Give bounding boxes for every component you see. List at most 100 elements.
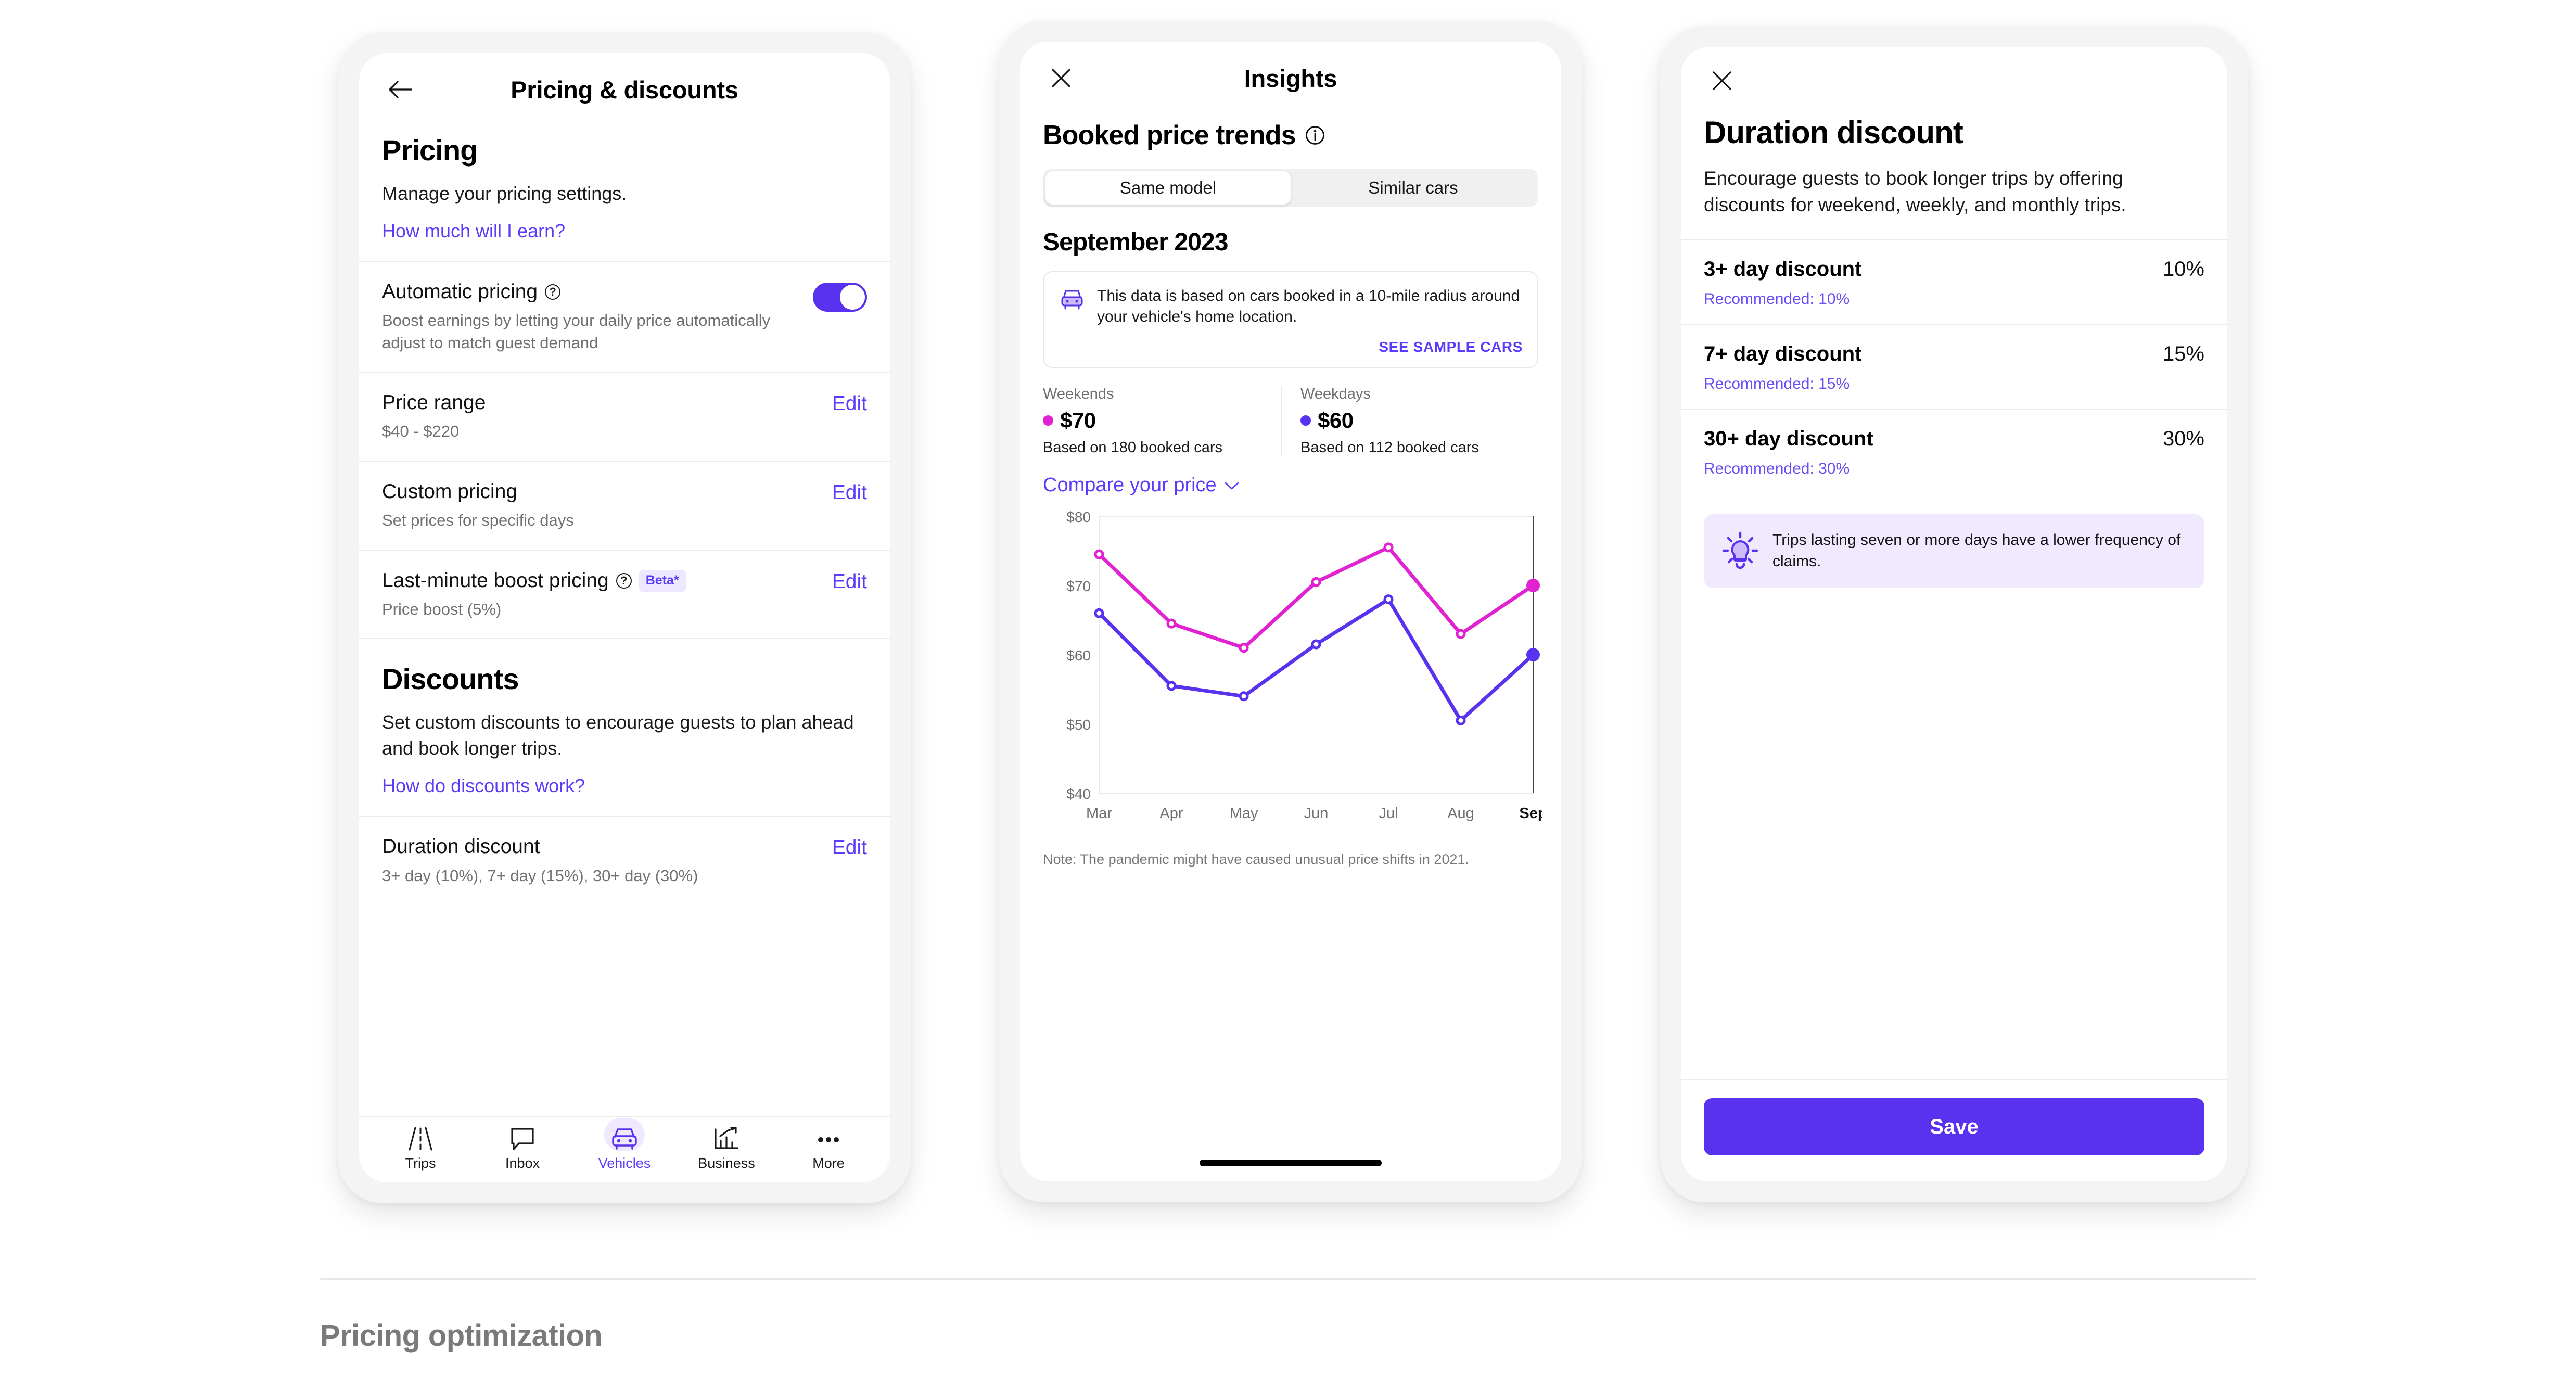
stat-value-row: $60 — [1300, 408, 1529, 433]
row-price-range[interactable]: Price range $40 - $220 Edit — [359, 373, 890, 461]
x-axis-tick-label: Jul — [1379, 805, 1398, 822]
tab-more[interactable]: More — [783, 1125, 874, 1172]
duration-discount-title: Duration discount — [1704, 115, 1963, 150]
row-title-wrap: Last-minute boost pricing ? Beta* — [382, 568, 822, 594]
home-indicator-area — [1020, 1144, 1561, 1181]
discount-row: 3+ day discount 10% — [1681, 258, 2227, 281]
insights-scroll-area[interactable]: Booked price trends Same model Similar c… — [1020, 114, 1561, 1144]
row-custom-pricing[interactable]: Custom pricing Set prices for specific d… — [359, 462, 890, 550]
edit-duration-discount-button[interactable]: Edit — [832, 834, 867, 859]
stat-value-row: $70 — [1043, 408, 1271, 433]
row-automatic-pricing[interactable]: Automatic pricing ? Boost earnings by le… — [359, 262, 890, 372]
road-icon — [409, 1127, 432, 1150]
discount-item-3day[interactable]: 3+ day discount 10% Recommended: 10% — [1681, 240, 2227, 324]
data-point — [1383, 542, 1394, 553]
data-source-row: This data is based on cars booked in a 1… — [1059, 286, 1523, 327]
segment-same-model[interactable]: Same model — [1045, 171, 1291, 205]
screen-insights: Insights Booked price trends Same model … — [1020, 42, 1561, 1181]
back-button[interactable] — [382, 71, 418, 108]
x-axis-tick-label: Mar — [1086, 805, 1112, 822]
question-mark-icon[interactable]: ? — [616, 572, 632, 589]
discount-title: 30+ day discount — [1704, 427, 1873, 451]
edit-price-range-button[interactable]: Edit — [832, 390, 867, 415]
x-axis-tick-label: Jun — [1304, 805, 1329, 822]
discount-item-7day[interactable]: 7+ day discount 15% Recommended: 15% — [1681, 325, 2227, 409]
tab-icon-wrap — [407, 1125, 434, 1151]
row-last-minute-boost[interactable]: Last-minute boost pricing ? Beta* Price … — [359, 551, 890, 639]
edit-custom-pricing-button[interactable]: Edit — [832, 479, 867, 504]
discount-value[interactable]: 30% — [2163, 427, 2204, 451]
row-title-wrap: Automatic pricing ? — [382, 279, 802, 305]
discounts-heading: Discounts — [382, 663, 519, 696]
tab-trips[interactable]: Trips — [375, 1125, 466, 1172]
ellipsis-icon — [818, 1137, 839, 1142]
home-indicator — [1200, 1159, 1382, 1166]
pricing-heading: Pricing — [382, 134, 478, 167]
data-point — [1456, 716, 1466, 726]
data-point — [1526, 648, 1540, 662]
duration-intro: Duration discount Encourage guests to bo… — [1681, 114, 2227, 239]
discount-row: 7+ day discount 15% — [1681, 342, 2227, 366]
tab-inbox[interactable]: Inbox — [477, 1125, 568, 1172]
series-line-weekends — [1097, 545, 1535, 650]
x-axis-tick-label: Sep — [1519, 805, 1542, 822]
close-button-duration[interactable] — [1704, 62, 1740, 99]
automatic-pricing-toggle[interactable] — [813, 282, 867, 312]
navbar-duration-discount — [1681, 47, 2227, 114]
close-button-insights[interactable] — [1043, 60, 1079, 96]
tab-icon-wrap — [814, 1125, 843, 1151]
stat-weekdays: Weekdays $60 Based on 112 booked cars — [1281, 386, 1538, 457]
page-title: Insights — [1244, 64, 1337, 92]
tab-business[interactable]: Business — [681, 1125, 772, 1172]
tab-vehicles[interactable]: Vehicles — [579, 1117, 670, 1172]
price-range-label: Price range — [382, 391, 486, 414]
tab-label: Inbox — [505, 1155, 540, 1171]
footer-heading: Pricing optimization — [320, 1319, 603, 1353]
data-point — [1094, 550, 1104, 560]
segment-similar-cars[interactable]: Similar cars — [1291, 171, 1536, 205]
discount-value[interactable]: 10% — [2163, 258, 2204, 281]
discount-value[interactable]: 15% — [2163, 342, 2204, 366]
custom-pricing-subtitle: Set prices for specific days — [382, 511, 574, 530]
duration-discount-subtitle: 3+ day (10%), 7+ day (15%), 30+ day (30%… — [382, 866, 698, 885]
row-duration-discount[interactable]: Duration discount 3+ day (10%), 7+ day (… — [359, 817, 890, 905]
data-point — [1166, 681, 1177, 691]
segmented-control[interactable]: Same model Similar cars — [1043, 169, 1538, 207]
beta-badge: Beta* — [639, 570, 686, 592]
info-circle-icon[interactable] — [1305, 125, 1325, 145]
weekends-basis: Based on 180 booked cars — [1043, 439, 1223, 456]
tab-icon-wrap — [712, 1125, 741, 1151]
compare-your-price-toggle[interactable]: Compare your price — [1043, 474, 1538, 496]
edit-last-minute-boost-button[interactable]: Edit — [832, 568, 867, 593]
bottom-tab-bar: Trips Inbox Vehicles Business More — [359, 1116, 890, 1182]
how-discounts-work-link[interactable]: How do discounts work? — [382, 775, 867, 797]
discount-title: 3+ day discount — [1704, 258, 1862, 281]
data-point — [1456, 629, 1466, 639]
see-sample-cars-link[interactable]: SEE SAMPLE CARS — [1059, 339, 1523, 355]
custom-pricing-label: Custom pricing — [382, 480, 518, 503]
tab-icon-wrap — [509, 1125, 535, 1151]
tab-label: Business — [698, 1155, 755, 1171]
automatic-pricing-label: Automatic pricing — [382, 280, 538, 303]
car-icon — [612, 1128, 637, 1150]
booked-price-chart[interactable]: $40 $50 $60 $70 $80 Mar Apr May Jun Jul Aug Sep — [1043, 509, 1547, 836]
y-axis-tick-label: $80 — [1066, 511, 1091, 525]
duration-discount-scroll-area[interactable]: Duration discount Encourage guests to bo… — [1681, 114, 2227, 1079]
footer-divider — [320, 1278, 2256, 1280]
row-duration-discount-main: Duration discount 3+ day (10%), 7+ day (… — [382, 834, 822, 887]
how-much-earn-link[interactable]: How much will I earn? — [382, 220, 867, 242]
save-button[interactable]: Save — [1704, 1098, 2204, 1155]
chevron-down-icon — [1225, 482, 1239, 490]
weekdays-price: $60 — [1318, 408, 1354, 433]
toggle-knob — [840, 284, 865, 310]
data-point — [1166, 619, 1177, 629]
question-mark-icon[interactable]: ? — [545, 284, 561, 300]
discount-item-30day[interactable]: 30+ day discount 30% Recommended: 30% — [1681, 410, 2227, 493]
screenshot-canvas: Pricing & discounts Pricing Manage your … — [0, 0, 2576, 1375]
pricing-scroll-area[interactable]: Pricing Manage your pricing settings. Ho… — [359, 126, 890, 1116]
phone-mockup-insights: Insights Booked price trends Same model … — [999, 21, 1582, 1202]
row-automatic-pricing-main: Automatic pricing ? Boost earnings by le… — [382, 279, 802, 354]
data-point — [1311, 577, 1321, 588]
duration-discount-label: Duration discount — [382, 835, 540, 858]
navbar-pricing-discounts: Pricing & discounts — [359, 53, 890, 126]
